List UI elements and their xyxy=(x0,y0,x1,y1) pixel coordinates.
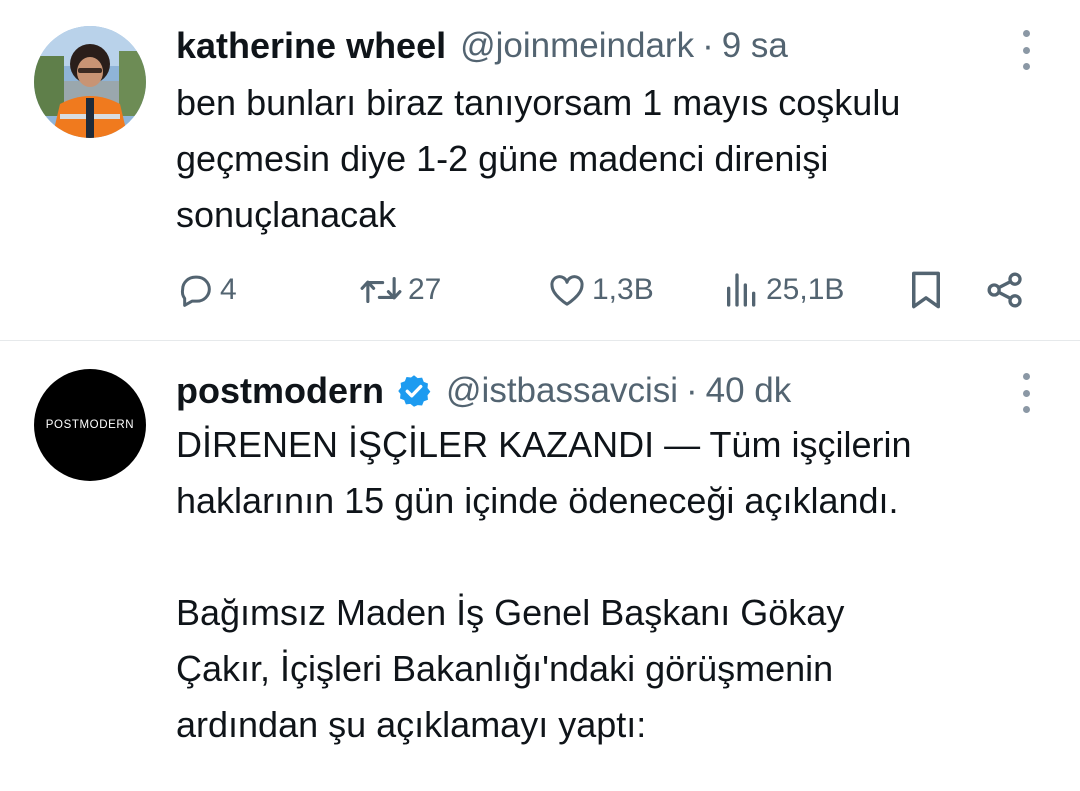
timestamp[interactable]: 40 dk xyxy=(706,371,792,411)
bookmark-button[interactable] xyxy=(908,265,944,315)
avatar-logo: POSTMODERN xyxy=(45,419,135,431)
tweet-text: DİRENEN İŞÇİLER KAZANDI — Tüm işçilerin … xyxy=(176,424,912,745)
action-bar: 4 27 1,3B 25,1B xyxy=(0,265,1080,315)
view-count: 25,1B xyxy=(766,273,845,306)
retweet-button[interactable]: 27 xyxy=(358,265,441,315)
display-name[interactable]: postmodern xyxy=(176,370,384,412)
share-button[interactable] xyxy=(985,265,1025,315)
avatar-photo xyxy=(34,26,146,138)
tweet[interactable]: katherine wheel @joinmeindark · 9 sa ben… xyxy=(0,0,1080,341)
timestamp[interactable]: 9 sa xyxy=(722,26,788,66)
avatar[interactable] xyxy=(34,26,146,138)
views-button[interactable]: 25,1B xyxy=(722,265,844,315)
like-button[interactable]: 1,3B xyxy=(546,265,654,315)
reply-count: 4 xyxy=(220,273,237,306)
separator-dot: · xyxy=(702,26,714,65)
verified-icon xyxy=(398,375,431,407)
tweet[interactable]: POSTMODERN postmodern @istbassavcisi · 4… xyxy=(0,341,1080,791)
tweet-header: postmodern @istbassavcisi · 40 dk xyxy=(176,367,990,415)
views-icon xyxy=(727,273,756,307)
like-count: 1,3B xyxy=(592,273,654,306)
like-icon xyxy=(550,275,584,306)
tweet-header: katherine wheel @joinmeindark · 9 sa xyxy=(176,22,990,70)
reply-button[interactable]: 4 xyxy=(176,265,237,315)
more-icon[interactable] xyxy=(1020,373,1032,413)
avatar[interactable]: POSTMODERN xyxy=(34,369,146,481)
tweet-text: ben bunları biraz tanıyorsam 1 mayıs coş… xyxy=(176,82,901,235)
more-icon[interactable] xyxy=(1020,30,1032,70)
separator-dot: · xyxy=(686,371,698,410)
retweet-icon xyxy=(360,276,402,304)
user-handle[interactable]: @joinmeindark xyxy=(460,26,694,66)
reply-icon xyxy=(180,275,211,307)
retweet-count: 27 xyxy=(408,273,442,306)
share-icon xyxy=(987,272,1022,308)
bookmark-icon xyxy=(912,271,940,309)
user-handle[interactable]: @istbassavcisi xyxy=(446,371,678,411)
display-name[interactable]: katherine wheel xyxy=(176,25,446,67)
